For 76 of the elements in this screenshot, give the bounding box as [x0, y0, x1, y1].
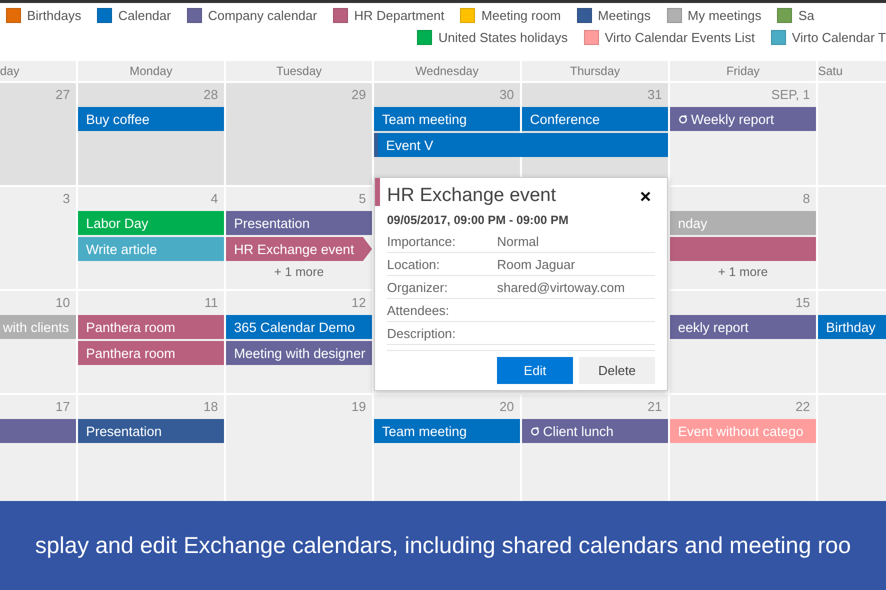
- date-number: 15: [796, 294, 810, 310]
- weekday-header: Satu: [818, 61, 886, 81]
- caption-text: splay and edit Exchange calendars, including shared calendars and meeting roo: [35, 532, 851, 559]
- field-value: Normal: [497, 234, 540, 248]
- legend-label: Virto Calendar T: [792, 30, 886, 45]
- date-number: 27: [56, 86, 70, 102]
- field-label: Attendees:: [387, 302, 450, 318]
- event-bar[interactable]: eekly report: [670, 315, 816, 339]
- event-bar[interactable]: Write article: [78, 237, 224, 261]
- event-bar[interactable]: Birthday: [818, 315, 886, 339]
- date-number: 10: [56, 294, 70, 310]
- date-number: 19: [352, 398, 366, 414]
- weekday-header: Friday: [670, 61, 816, 81]
- date-number: 8: [802, 190, 810, 206]
- event-bar[interactable]: Client lunch: [522, 419, 668, 443]
- legend-label: Virto Calendar Events List: [604, 30, 755, 45]
- field-label: Description:: [387, 326, 457, 340]
- event-time: 09/05/2017, 09:00 PM - 09:00 PM: [387, 213, 570, 227]
- event-bar[interactable]: [670, 237, 816, 261]
- weekday-header: day: [0, 61, 76, 81]
- field-label: Importance:: [387, 234, 457, 248]
- date-number: 20: [500, 398, 514, 414]
- weekday-header: Tuesday: [226, 61, 372, 81]
- event-bar[interactable]: Panthera room: [78, 315, 224, 339]
- event-bar[interactable]: HR Exchange event: [226, 237, 372, 261]
- date-number: 28: [204, 86, 218, 102]
- date-number: 4: [210, 190, 218, 206]
- recurring-icon: [530, 426, 540, 436]
- legend-label: Meeting room: [481, 8, 561, 23]
- event-bar[interactable]: Buy coffee: [78, 107, 224, 131]
- event-bar[interactable]: Event V: [374, 133, 668, 157]
- event-bar[interactable]: Weekly report: [670, 107, 816, 131]
- delete-button[interactable]: Delete: [579, 357, 655, 384]
- date-number: 12: [352, 294, 366, 310]
- event-bar[interactable]: Team meeting: [374, 419, 520, 443]
- date-number: 18: [204, 398, 218, 414]
- event-bar[interactable]: 365 Calendar Demo: [226, 315, 372, 339]
- event-bar[interactable]: Labor Day: [78, 211, 224, 235]
- date-number: 3: [62, 190, 70, 206]
- date-number: 22: [796, 398, 810, 414]
- legend-label: Birthdays: [27, 8, 82, 23]
- date-number: 11: [204, 294, 218, 310]
- weekday-header: Monday: [78, 61, 224, 81]
- date-number: 17: [56, 398, 70, 414]
- field-value: Room Jaguar: [497, 256, 576, 272]
- field-label: Organizer:: [387, 280, 449, 294]
- legend-label: Meetings: [598, 8, 651, 23]
- recurring-icon: [678, 114, 688, 124]
- event-bar[interactable]: Presentation: [226, 211, 372, 235]
- close-icon: [640, 190, 651, 202]
- edit-button[interactable]: Edit: [497, 357, 573, 384]
- date-number: 21: [648, 398, 662, 414]
- event-bar[interactable]: Panthera room: [78, 341, 224, 365]
- field-label: Location:: [387, 256, 441, 272]
- more-link[interactable]: + 1 more: [718, 265, 768, 279]
- event-bar[interactable]: Presentation: [78, 419, 224, 443]
- field-value: shared@virtoway.com: [497, 280, 626, 294]
- event-bar[interactable]: Meeting with designer: [226, 341, 372, 365]
- date-number: 31: [648, 86, 662, 102]
- legend-label: Company calendar: [208, 8, 318, 23]
- date-number: 5: [358, 190, 366, 206]
- legend-label: Calendar: [118, 8, 171, 23]
- popup-title: HR Exchange event: [387, 185, 556, 207]
- more-link[interactable]: + 1 more: [274, 265, 324, 279]
- legend-label: My meetings: [688, 8, 762, 23]
- event-bar[interactable]: [0, 419, 76, 443]
- legend-label: United States holidays: [438, 30, 568, 45]
- weekday-header: Thursday: [522, 61, 668, 81]
- legend-label: Sa: [798, 8, 814, 23]
- event-bar[interactable]: Conference: [522, 107, 668, 131]
- date-number: 29: [352, 86, 366, 102]
- date-number: 30: [500, 86, 514, 102]
- event-bar[interactable]: Team meeting: [374, 107, 520, 131]
- legend-label: HR Department: [354, 8, 444, 23]
- weekday-header: Wednesday: [374, 61, 520, 81]
- date-number: SEP, 1: [771, 86, 810, 102]
